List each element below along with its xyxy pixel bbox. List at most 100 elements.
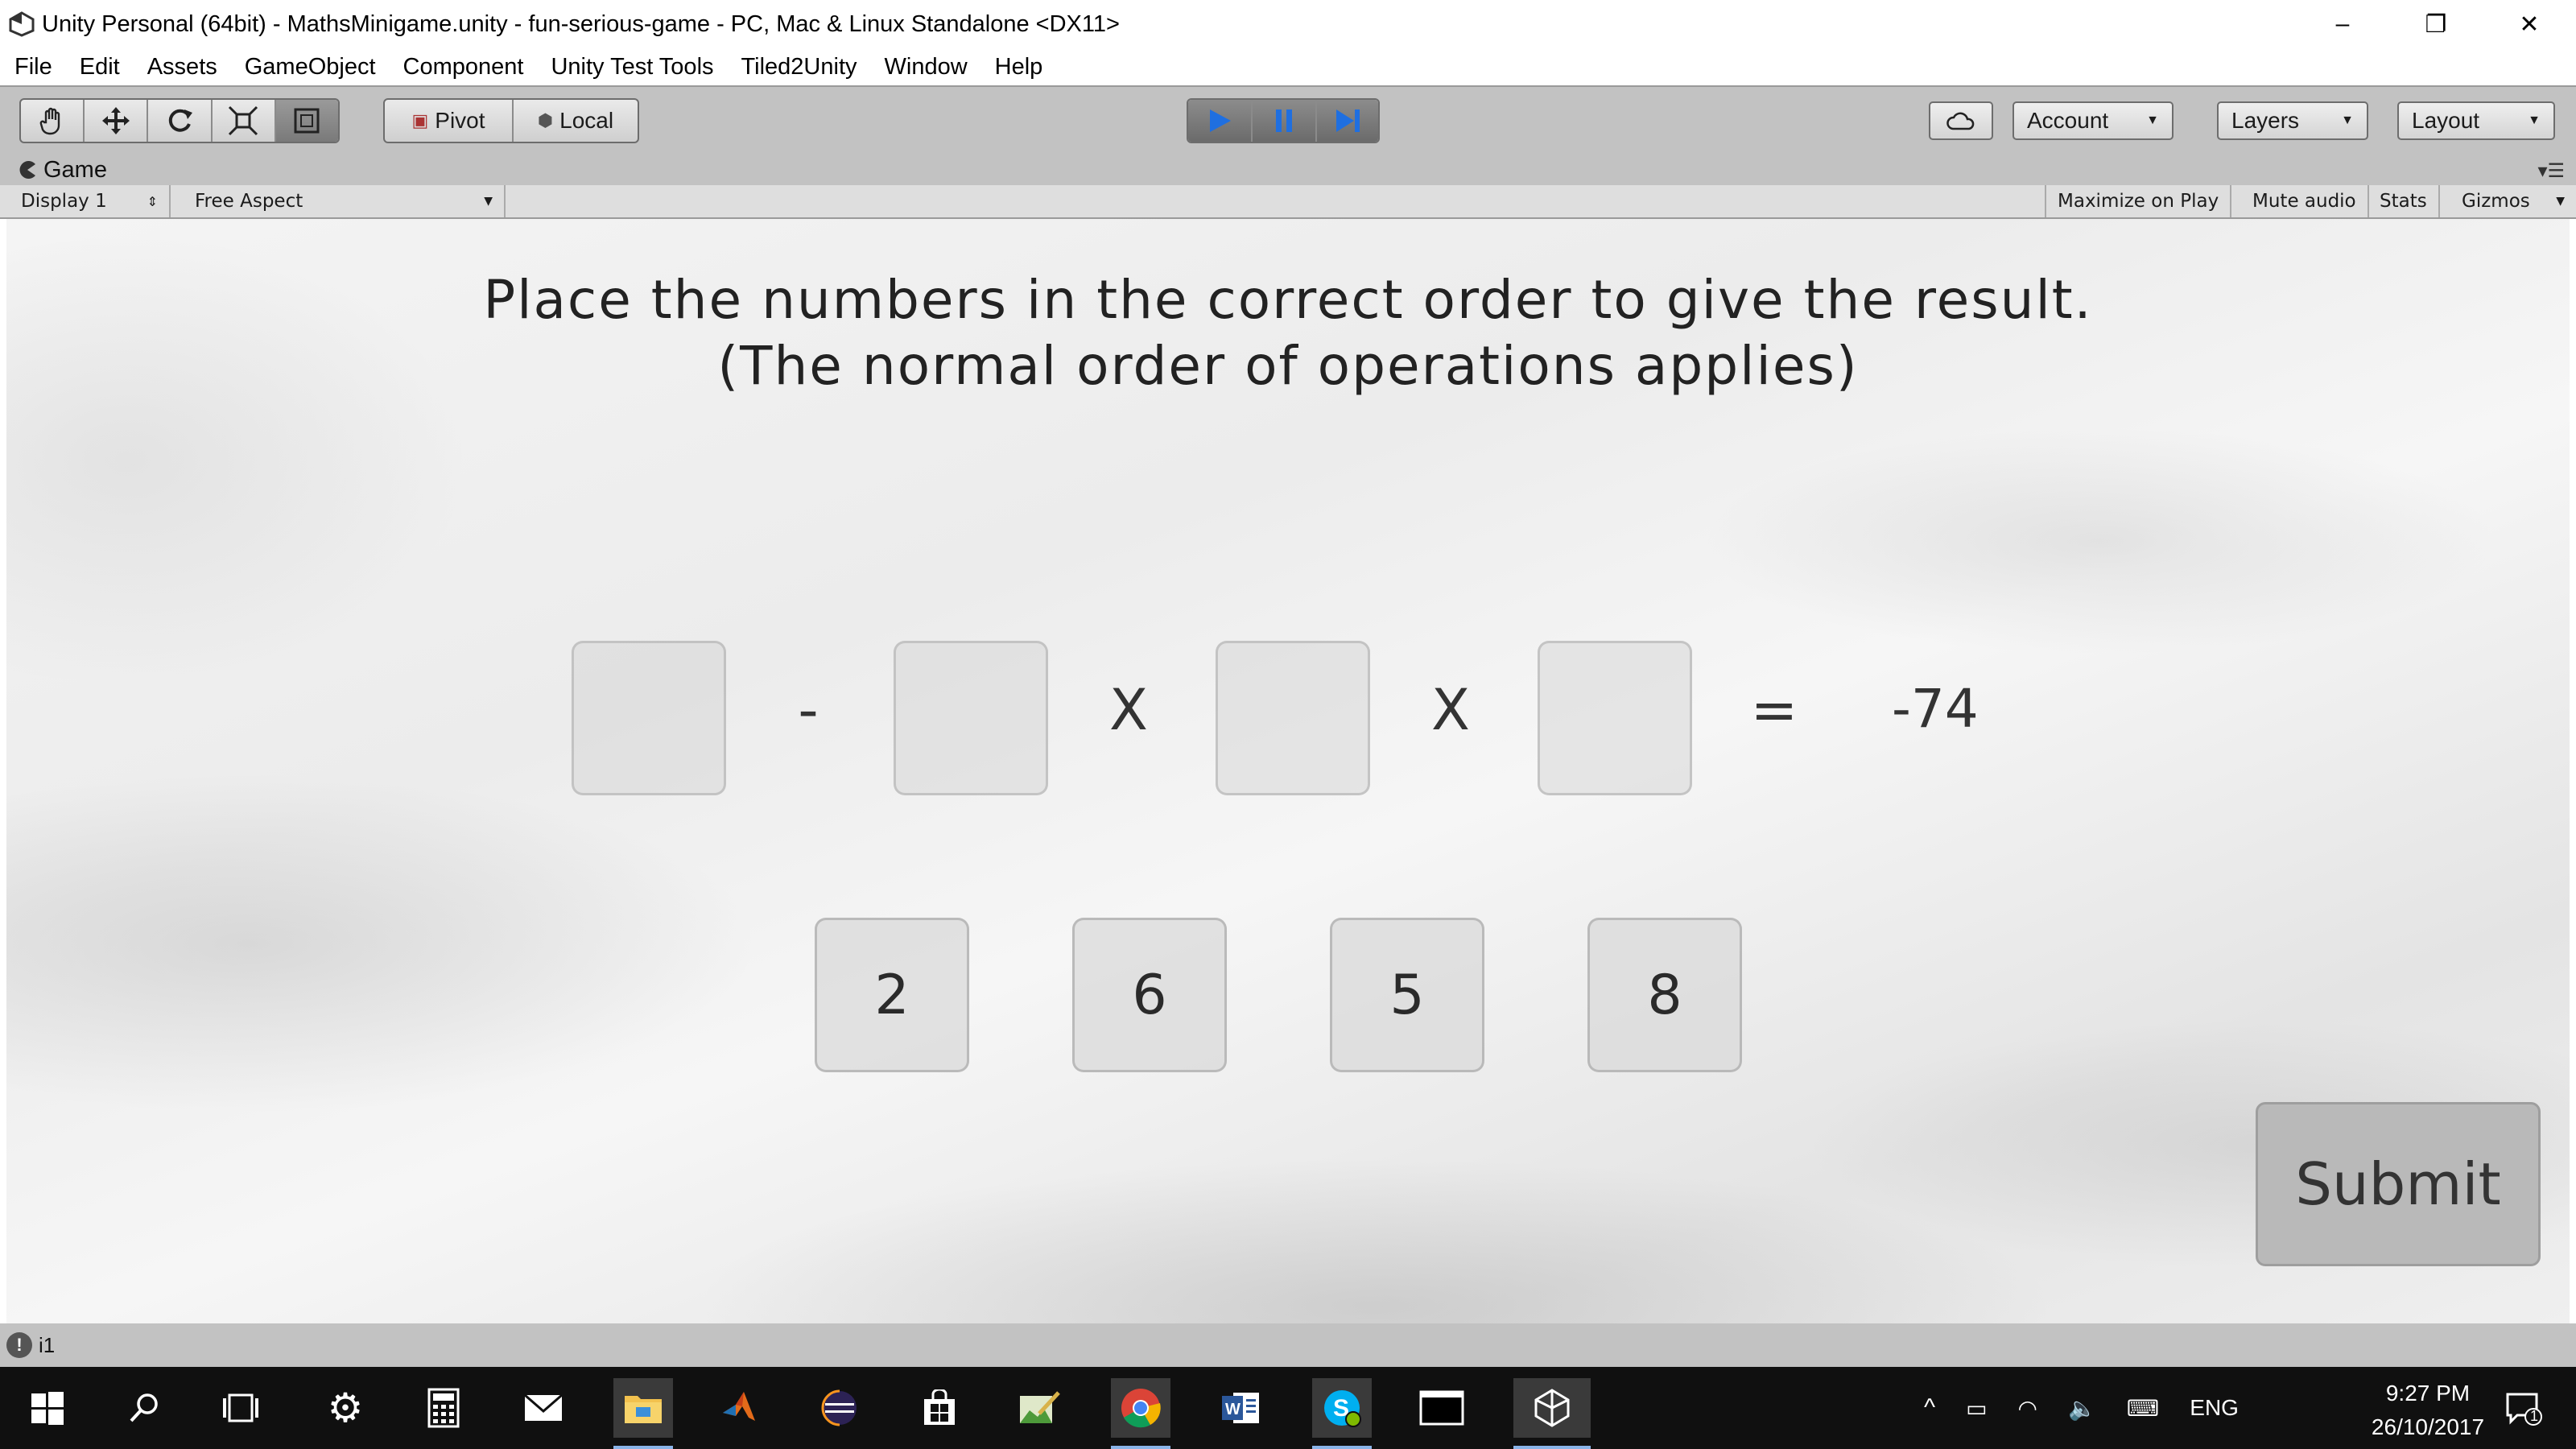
rect-tool-icon	[294, 108, 320, 134]
windows-taskbar: ⚙ W S ^ ▭ ◠ 🔈 ⌨ ENG 9:27 PM 26/10/2017 1	[0, 1367, 2576, 1449]
battery-icon[interactable]: ▭	[1966, 1395, 1987, 1422]
answer-slot-3[interactable]	[1216, 641, 1370, 795]
game-tab-label: Game	[43, 156, 107, 183]
operator-minus: -	[798, 677, 819, 743]
volume-icon[interactable]: 🔈	[2068, 1395, 2096, 1422]
chrome-app[interactable]	[1111, 1378, 1170, 1449]
calculator-icon	[427, 1388, 460, 1428]
collab-cloud-button[interactable]	[1929, 101, 1993, 140]
step-icon	[1336, 109, 1360, 132]
active-indicator	[1513, 1446, 1591, 1449]
mail-icon	[524, 1393, 563, 1421]
hand-icon	[39, 107, 60, 135]
answer-slot-4[interactable]	[1538, 641, 1692, 795]
display-label: Display 1	[21, 191, 107, 212]
display-select[interactable]: Display 1 ⇕	[10, 185, 171, 217]
stats-toggle[interactable]: Stats	[2368, 185, 2440, 217]
number-tile-6[interactable]: 6	[1072, 918, 1227, 1072]
mail-app[interactable]	[514, 1378, 573, 1438]
gear-icon: ⚙	[327, 1385, 364, 1430]
unity-app[interactable]	[1513, 1378, 1591, 1449]
word-app[interactable]: W	[1211, 1378, 1270, 1438]
close-button[interactable]: ✕	[2483, 0, 2576, 48]
title-bar: Unity Personal (64bit) - MathsMinigame.u…	[0, 0, 2576, 48]
number-tile-2[interactable]: 2	[815, 918, 969, 1072]
wifi-icon[interactable]: ◠	[2018, 1395, 2037, 1422]
gizmos-dropdown[interactable]: Gizmos ▼	[2450, 185, 2576, 217]
move-tool-button[interactable]	[85, 100, 149, 142]
menu-gameobject[interactable]: GameObject	[245, 54, 376, 80]
search-button[interactable]	[114, 1378, 174, 1438]
action-center-button[interactable]: 1	[2494, 1378, 2553, 1438]
account-dropdown[interactable]: Account ▼	[2013, 101, 2174, 140]
rect-tool-button[interactable]	[275, 100, 338, 142]
number-tile-5[interactable]: 5	[1330, 918, 1484, 1072]
number-tile-8[interactable]: 8	[1587, 918, 1742, 1072]
play-button[interactable]	[1188, 100, 1253, 142]
layout-dropdown[interactable]: Layout ▼	[2397, 101, 2555, 140]
menu-help[interactable]: Help	[995, 54, 1043, 80]
file-explorer-app[interactable]	[613, 1378, 673, 1449]
calculator-app[interactable]	[414, 1378, 473, 1438]
hand-tool-button[interactable]	[21, 100, 85, 142]
keyboard-icon[interactable]: ⌨	[2127, 1395, 2159, 1422]
game-tab[interactable]: Game ▾☰	[0, 155, 2576, 185]
maximize-on-play-toggle[interactable]: Maximize on Play	[2045, 185, 2232, 217]
clock[interactable]: 9:27 PM 26/10/2017	[2339, 1377, 2516, 1444]
eclipse-app[interactable]	[810, 1378, 869, 1438]
skype-app[interactable]: S	[1312, 1378, 1372, 1449]
minimize-button[interactable]: –	[2296, 0, 2389, 48]
submit-button[interactable]: Submit	[2256, 1102, 2541, 1266]
matlab-app[interactable]	[712, 1378, 771, 1438]
layers-dropdown[interactable]: Layers ▼	[2217, 101, 2368, 140]
pause-button[interactable]	[1253, 100, 1317, 142]
local-button[interactable]: ⬢ Local	[514, 100, 638, 142]
pivot-button[interactable]: ▣ Pivot	[385, 100, 514, 142]
instruction-line-2: (The normal order of operations applies)	[717, 335, 1859, 397]
word-icon: W	[1222, 1393, 1259, 1423]
scale-tool-button[interactable]	[213, 100, 276, 142]
paint-app[interactable]	[1009, 1378, 1069, 1438]
tab-menu-icon[interactable]: ▾☰	[2537, 159, 2565, 183]
clock-time: 9:27 PM	[2385, 1381, 2471, 1406]
answer-slot-1[interactable]	[572, 641, 726, 795]
chrome-icon	[1121, 1389, 1161, 1428]
operator-equals: =	[1750, 677, 1798, 743]
mute-audio-toggle[interactable]: Mute audio	[2241, 185, 2369, 217]
menu-unity-test-tools[interactable]: Unity Test Tools	[551, 54, 713, 80]
eclipse-icon	[821, 1389, 857, 1426]
game-view: Place the numbers in the correct order t…	[6, 219, 2570, 1323]
play-icon	[1210, 109, 1231, 132]
dropdown-arrow-icon: ▼	[484, 195, 493, 208]
language-indicator[interactable]: ENG	[2190, 1395, 2239, 1421]
layers-label: Layers	[2231, 108, 2300, 133]
task-view-button[interactable]	[211, 1378, 270, 1438]
menu-component[interactable]: Component	[403, 54, 524, 80]
menu-file[interactable]: File	[14, 54, 52, 80]
window-title: Unity Personal (64bit) - MathsMinigame.u…	[42, 10, 1120, 37]
aspect-select[interactable]: Free Aspect ▼	[184, 185, 506, 217]
cloud-icon	[1946, 112, 1975, 130]
active-indicator	[1111, 1446, 1170, 1449]
store-app[interactable]	[910, 1378, 969, 1438]
step-button[interactable]	[1317, 100, 1378, 142]
restore-button[interactable]: ❐	[2389, 0, 2483, 48]
menu-edit[interactable]: Edit	[80, 54, 120, 80]
game-pacman-icon	[19, 161, 35, 179]
dropdown-arrow-icon: ▼	[2341, 114, 2354, 127]
rotate-tool-button[interactable]	[148, 100, 213, 142]
chevron-up-icon[interactable]: ^	[1924, 1394, 1935, 1422]
menu-tiled2unity[interactable]: Tiled2Unity	[741, 54, 857, 80]
dropdown-arrow-icon: ▼	[2528, 114, 2541, 127]
start-button[interactable]	[18, 1378, 77, 1438]
menu-window[interactable]: Window	[885, 54, 968, 80]
settings-app[interactable]: ⚙	[316, 1378, 375, 1438]
answer-slot-2[interactable]	[894, 641, 1048, 795]
folder-icon	[625, 1396, 662, 1423]
skype-icon: S	[1324, 1390, 1361, 1427]
terminal-app[interactable]	[1412, 1378, 1472, 1438]
menu-assets[interactable]: Assets	[147, 54, 217, 80]
game-control-bar: Display 1 ⇕ Free Aspect ▼ Maximize on Pl…	[0, 185, 2576, 219]
windows-logo-icon	[31, 1392, 64, 1425]
pivot-toggle-group: ▣ Pivot ⬢ Local	[383, 98, 639, 143]
